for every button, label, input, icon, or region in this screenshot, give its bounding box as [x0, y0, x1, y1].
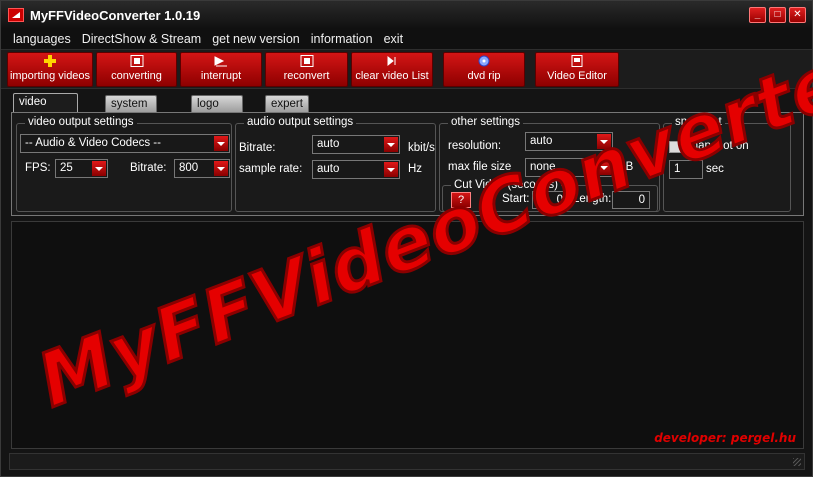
other-settings-legend: other settings: [448, 116, 524, 128]
menu-directshow-stream[interactable]: DirectShow & Stream: [82, 32, 201, 46]
video-bitrate-label: Bitrate:: [130, 162, 167, 174]
importing-videos-label: importing videos: [9, 70, 91, 82]
chevron-down-icon[interactable]: [384, 162, 398, 177]
codec-select[interactable]: -- Audio & Video Codecs --: [20, 134, 230, 153]
sample-rate-select[interactable]: auto: [312, 160, 400, 179]
chevron-down-icon[interactable]: [214, 136, 228, 151]
clear-video-list-label: clear video List: [355, 70, 429, 82]
disc-icon: [478, 55, 490, 67]
tab-logo-settings[interactable]: logo settings: [191, 95, 243, 127]
video-bitrate-select[interactable]: 800: [174, 159, 230, 178]
film-icon: [300, 55, 313, 67]
codec-value: -- Audio & Video Codecs --: [25, 137, 161, 149]
menu-exit[interactable]: exit: [384, 32, 403, 46]
audio-bitrate-select[interactable]: auto: [312, 135, 400, 154]
developer-credit: developer: pergel.hu: [654, 431, 796, 445]
status-bar: [9, 453, 805, 470]
film-icon: [130, 55, 143, 67]
window-title: MyFFVideoConverter 1.0.19: [30, 7, 201, 23]
clear-icon: [387, 55, 396, 67]
editor-icon: [571, 55, 583, 67]
chevron-down-icon[interactable]: [214, 161, 228, 176]
fps-select[interactable]: 25: [55, 159, 108, 178]
title-bar[interactable]: MyFFVideoConverter 1.0.19 _ □ ✕: [1, 1, 812, 29]
converting-button[interactable]: converting: [96, 52, 177, 87]
resize-grip-icon[interactable]: [793, 458, 801, 466]
interrupt-label: interrupt: [200, 70, 242, 82]
chevron-down-icon[interactable]: [384, 137, 398, 152]
video-output-group: video output settings -- Audio & Video C…: [16, 116, 232, 212]
minimize-button[interactable]: _: [749, 7, 766, 23]
sample-rate-value: auto: [317, 163, 340, 175]
converting-label: converting: [111, 70, 162, 82]
stop-icon: [214, 56, 227, 67]
importing-videos-button[interactable]: importing videos: [7, 52, 93, 87]
tab-video-converting[interactable]: video converting: [13, 93, 79, 125]
tab-system-settings[interactable]: system settings: [105, 95, 157, 127]
audio-bitrate-value: auto: [317, 138, 340, 150]
dvd-rip-label: dvd rip: [467, 70, 501, 82]
fps-value: 25: [60, 162, 73, 174]
chevron-down-icon[interactable]: [92, 161, 106, 176]
audio-bitrate-label: Bitrate:: [239, 142, 276, 154]
close-button[interactable]: ✕: [789, 7, 806, 23]
audio-output-legend: audio output settings: [244, 116, 357, 128]
video-bitrate-value: 800: [179, 162, 199, 174]
audio-bitrate-unit: kbit/s: [408, 142, 435, 154]
maximize-button[interactable]: □: [769, 7, 786, 23]
clear-video-list-button[interactable]: clear video List: [351, 52, 433, 87]
plus-icon: [44, 55, 56, 67]
interrupt-button[interactable]: interrupt: [180, 52, 262, 87]
app-window: MyFFVideoConverter 1.0.19 _ □ ✕ language…: [0, 0, 813, 477]
video-editor-label: Video Editor: [547, 70, 607, 82]
video-output-legend: video output settings: [25, 116, 137, 128]
tab-expert[interactable]: expert: [265, 95, 309, 113]
app-logo-icon: [8, 8, 24, 22]
menu-get-new-version[interactable]: get new version: [212, 32, 300, 46]
sample-rate-unit: Hz: [408, 163, 423, 175]
toolbar: importing videos converting interrupt re…: [1, 49, 812, 89]
dvd-rip-button[interactable]: dvd rip: [443, 52, 525, 87]
fps-label: FPS:: [25, 162, 51, 174]
menu-languages[interactable]: languages: [13, 32, 71, 46]
video-editor-button[interactable]: Video Editor: [535, 52, 619, 87]
menu-information[interactable]: information: [311, 32, 373, 46]
sample-rate-label: sample rate:: [239, 163, 303, 175]
resolution-label: resolution:: [448, 140, 502, 152]
menu-bar: languages DirectShow & Stream get new ve…: [1, 29, 812, 49]
reconvert-button[interactable]: reconvert: [265, 52, 348, 87]
reconvert-label: reconvert: [283, 70, 330, 82]
